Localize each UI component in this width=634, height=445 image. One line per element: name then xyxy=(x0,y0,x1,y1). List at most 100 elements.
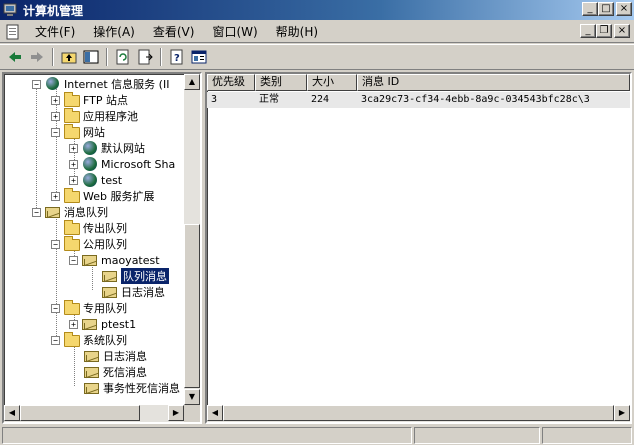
scroll-thumb[interactable] xyxy=(20,405,140,421)
minimize-button[interactable]: _ xyxy=(582,2,598,16)
column-size[interactable]: 大小 xyxy=(307,74,357,91)
child-minimize-button[interactable]: _ xyxy=(580,24,596,38)
scroll-left-button[interactable]: ◀ xyxy=(4,405,20,421)
maximize-button[interactable]: □ xyxy=(598,2,614,16)
expand-toggle[interactable]: + xyxy=(69,143,78,153)
column-message-id[interactable]: 消息 ID xyxy=(357,74,630,91)
export-list-button[interactable] xyxy=(134,47,156,67)
folder-icon xyxy=(64,108,80,123)
tree-node-ftp-sites[interactable]: + FTP 站点 xyxy=(51,92,128,108)
show-hide-tree-icon xyxy=(83,50,99,64)
transactional-dead-letter-icon xyxy=(84,381,100,395)
status-segment-main xyxy=(2,427,412,444)
computer-management-icon xyxy=(3,2,19,18)
folder-icon xyxy=(64,300,80,315)
title-bar[interactable]: 计算机管理 _ □ × xyxy=(0,0,634,20)
forward-arrow-icon xyxy=(31,52,43,62)
console-tree-pane[interactable]: − Internet 信息服务 (II + FTP 站点 + 应用程序池 − 网… xyxy=(2,72,202,424)
menu-window[interactable]: 窗口(W) xyxy=(208,23,261,40)
collapse-toggle[interactable]: − xyxy=(51,303,60,313)
collapse-toggle[interactable]: − xyxy=(51,127,60,137)
tree-horizontal-scrollbar[interactable]: ◀ ▶ xyxy=(4,405,184,422)
expand-toggle[interactable]: + xyxy=(69,319,78,329)
scroll-down-button[interactable]: ▼ xyxy=(184,389,200,405)
column-priority[interactable]: 优先级 xyxy=(207,74,255,91)
tree-node-transactional-dead-letter[interactable]: 事务性死信消息 xyxy=(84,380,180,396)
tree-node-label: Web 服务扩展 xyxy=(83,190,155,203)
collapse-toggle[interactable]: − xyxy=(32,207,41,217)
scroll-thumb[interactable] xyxy=(184,224,200,388)
cell-priority: 3 xyxy=(211,94,218,105)
tree-vertical-scrollbar[interactable]: ▲ ▼ xyxy=(184,74,200,405)
scrollbar-corner xyxy=(184,405,200,422)
journal-messages-icon xyxy=(102,285,118,299)
tree-node-system-queues[interactable]: − 系统队列 xyxy=(51,332,127,348)
menu-view[interactable]: 查看(V) xyxy=(149,23,199,40)
help-button[interactable]: ? xyxy=(166,47,188,67)
scroll-thumb[interactable] xyxy=(223,405,614,421)
tree-node-label: Microsoft Sha xyxy=(101,157,176,171)
expand-toggle[interactable]: + xyxy=(51,111,60,121)
close-button[interactable]: × xyxy=(616,2,632,16)
tree-node-default-website[interactable]: + 默认网站 xyxy=(69,140,145,156)
collapse-toggle[interactable]: − xyxy=(51,239,60,249)
collapse-toggle[interactable]: − xyxy=(69,255,78,265)
properties-button[interactable] xyxy=(188,47,210,67)
child-restore-button[interactable]: ❐ xyxy=(596,24,612,38)
collapse-toggle[interactable]: − xyxy=(32,79,41,89)
back-button[interactable] xyxy=(4,47,26,67)
tree-node-dead-letter[interactable]: 死信消息 xyxy=(84,364,147,380)
column-class[interactable]: 类别 xyxy=(255,74,307,91)
table-row[interactable]: 3 正常 224 3ca29c73-cf34-4ebb-8a9c-034543b… xyxy=(207,92,630,108)
list-header: 优先级 类别 大小 消息 ID xyxy=(207,74,630,91)
tree-node-app-pools[interactable]: + 应用程序池 xyxy=(51,108,138,124)
cell-size: 224 xyxy=(311,94,330,105)
tree-node-message-queuing[interactable]: − 消息队列 xyxy=(32,204,108,220)
export-list-icon xyxy=(138,49,153,65)
scroll-right-button[interactable]: ▶ xyxy=(614,405,630,421)
scroll-left-button[interactable]: ◀ xyxy=(207,405,223,421)
tree-node-public-queues[interactable]: − 公用队列 xyxy=(51,236,127,252)
folder-icon xyxy=(64,188,80,203)
tree-node-journal-messages[interactable]: 日志消息 xyxy=(102,284,165,300)
scroll-right-button[interactable]: ▶ xyxy=(168,405,184,421)
expand-toggle[interactable]: + xyxy=(69,175,78,185)
menu-action[interactable]: 操作(A) xyxy=(89,23,139,40)
queue-icon xyxy=(82,253,98,267)
forward-button[interactable] xyxy=(26,47,48,67)
tree-node-label: 传出队列 xyxy=(83,222,127,235)
list-horizontal-scrollbar[interactable]: ◀ ▶ xyxy=(207,405,630,422)
expand-toggle[interactable]: + xyxy=(51,191,60,201)
tree-node-web-service-ext[interactable]: + Web 服务扩展 xyxy=(51,188,154,204)
expand-toggle[interactable]: + xyxy=(51,95,60,105)
tree-node-ptest1[interactable]: + ptest1 xyxy=(69,316,136,332)
tree-node-maoyatest[interactable]: − maoyatest xyxy=(69,252,160,268)
show-hide-console-tree-button[interactable] xyxy=(80,47,102,67)
globe-icon xyxy=(82,141,98,155)
expand-toggle[interactable]: + xyxy=(69,159,78,169)
tree-node-test[interactable]: + test xyxy=(69,172,122,188)
console-document-icon[interactable] xyxy=(5,24,21,40)
child-close-button[interactable]: × xyxy=(614,24,630,38)
menu-help[interactable]: 帮助(H) xyxy=(272,23,322,40)
tree-node-private-queues[interactable]: − 专用队列 xyxy=(51,300,127,316)
tree-node-websites[interactable]: − 网站 xyxy=(51,124,105,140)
properties-icon xyxy=(191,50,207,64)
tree-node-queue-messages[interactable]: 队列消息 xyxy=(102,267,170,285)
result-list-pane[interactable]: 优先级 类别 大小 消息 ID 3 正常 224 3ca29c73-cf34-4… xyxy=(205,72,632,424)
tree-node-label: 死信消息 xyxy=(103,366,147,379)
tree-node-system-journal[interactable]: 日志消息 xyxy=(84,348,147,364)
folder-icon xyxy=(64,92,80,107)
tree-node-iis[interactable]: − Internet 信息服务 (II xyxy=(32,76,169,92)
refresh-button[interactable] xyxy=(112,47,134,67)
menu-file[interactable]: 文件(F) xyxy=(31,23,79,40)
tree-node-outgoing-queues[interactable]: 传出队列 xyxy=(64,220,127,236)
collapse-toggle[interactable]: − xyxy=(51,335,60,345)
scroll-up-button[interactable]: ▲ xyxy=(184,74,200,90)
tree-node-label: 日志消息 xyxy=(121,286,165,299)
tree-node-microsoft-sha[interactable]: + Microsoft Sha xyxy=(69,156,175,172)
up-one-level-button[interactable] xyxy=(58,47,80,67)
console-tree[interactable]: − Internet 信息服务 (II + FTP 站点 + 应用程序池 − 网… xyxy=(4,74,186,405)
tree-node-label: 事务性死信消息 xyxy=(103,382,180,395)
cell-message-id: 3ca29c73-cf34-4ebb-8a9c-034543bfc28c\3 xyxy=(361,94,590,105)
